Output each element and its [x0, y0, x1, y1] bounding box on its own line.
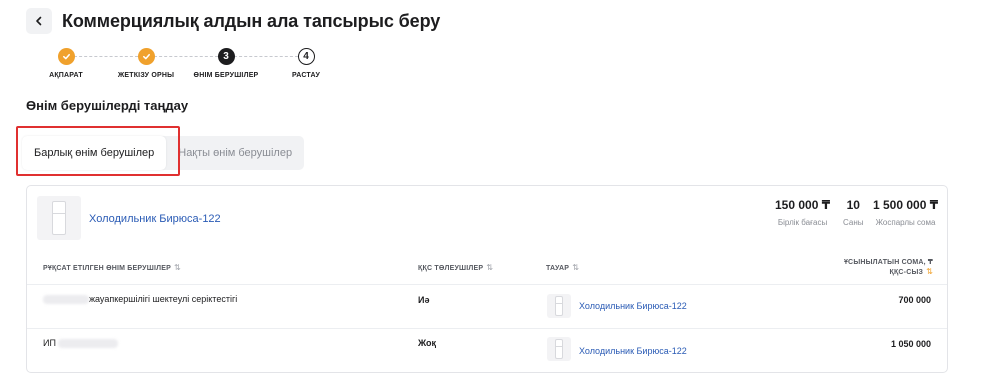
progress-stepper: АҚПАРАТ ЖЕТКІЗУ ОРНЫ 3 ӨНІМ БЕРУШІЛЕР 4 …: [26, 48, 346, 88]
col-header-sum[interactable]: ҰСЫНЫЛАТЫН СОМА, ₸ ҚҚС-СЫЗ ⇅: [827, 258, 933, 277]
page-title: Коммерциялық алдын ала тапсырыс беру: [62, 10, 441, 31]
step-done-circle: [57, 48, 75, 65]
sort-active-icon: ⇅: [926, 267, 933, 276]
step-label: ЖЕТКІЗУ ОРНЫ: [117, 72, 175, 79]
redacted-text: [57, 339, 118, 349]
planned-sum-value: 1 500 000 ₸: [873, 198, 939, 212]
step-label: АҚПАРАТ: [49, 72, 83, 79]
supplier-name: ИП: [43, 338, 118, 349]
supplier-tabs: Барлық өнім берушілер Нақты өнім берушіл…: [22, 136, 305, 170]
goods-link[interactable]: Холодильник Бирюса-122: [579, 301, 687, 311]
planned-sum-label: Жоспарлы сома: [875, 218, 936, 227]
col-header-label: ҚҚС-СЫЗ: [889, 269, 924, 276]
col-header-label: РҰҚСАТ ЕТІЛГЕН ӨНІМ БЕРУШІЛЕР: [43, 265, 171, 272]
row-divider: [27, 328, 947, 329]
page-header: Коммерциялық алдын ала тапсырыс беру: [26, 8, 440, 34]
row-divider: [27, 284, 947, 285]
step-number: 4: [297, 48, 315, 65]
col-header-label: ҚҚС ТӨЛЕУШІЛЕР: [418, 265, 484, 272]
supplier-name-text: ИП: [43, 338, 56, 348]
quantity: 10 Саны: [843, 198, 863, 227]
check-icon: [142, 53, 150, 60]
step-confirm: 4 РАСТАУ: [266, 48, 346, 79]
step-delivery: ЖЕТКІЗУ ОРНЫ: [106, 48, 186, 79]
quantity-value: 10: [846, 198, 860, 212]
offered-sum: 700 000: [898, 295, 931, 305]
step-suppliers: 3 ӨНІМ БЕРУШІЛЕР: [186, 48, 266, 79]
redacted-text: [43, 295, 89, 305]
unit-price-label: Бірлік бағасы: [777, 218, 828, 227]
offered-sum: 1 050 000: [890, 339, 931, 349]
supplier-name: жауапкершілігі шектеулі серіктестігі: [43, 294, 238, 305]
vat-value: Жоқ: [418, 338, 437, 348]
supplier-name-text: жауапкершілігі шектеулі серіктестігі: [89, 294, 238, 304]
sort-icon: ⇅: [173, 263, 181, 272]
unit-price-value: 150 000 ₸: [775, 198, 831, 212]
sort-icon: ⇅: [572, 263, 580, 272]
tab-all-suppliers[interactable]: Барлық өнім берушілер: [22, 136, 167, 170]
fridge-icon: [52, 201, 66, 235]
vat-value: Иә: [418, 295, 430, 305]
step-number: 3: [217, 48, 235, 65]
col-header-vat[interactable]: ҚҚС ТӨЛЕУШІЛЕР ⇅: [418, 263, 493, 272]
fridge-icon: [555, 339, 563, 359]
unit-price: 150 000 ₸ Бірлік бағасы: [775, 198, 830, 227]
col-header-label: ҰСЫНЫЛАТЫН СОМА, ₸: [843, 259, 933, 266]
section-title: Өнім берушілерді таңдау: [26, 98, 189, 113]
col-header-label: ТАУАР: [546, 265, 570, 272]
goods-image: [547, 294, 571, 318]
goods-link[interactable]: Холодильник Бирюса-122: [579, 346, 687, 356]
goods-image: [547, 337, 571, 361]
check-icon: [62, 53, 70, 60]
chevron-left-icon: [36, 16, 42, 26]
col-header-goods[interactable]: ТАУАР ⇅: [546, 263, 579, 272]
product-image: [37, 196, 81, 240]
step-label: ӨНІМ БЕРУШІЛЕР: [193, 72, 259, 79]
product-name-link[interactable]: Холодильник Бирюса-122: [89, 213, 221, 225]
step-info: АҚПАРАТ: [26, 48, 106, 79]
fridge-icon: [555, 296, 563, 316]
quantity-label: Саны: [843, 218, 864, 227]
step-done-circle: [137, 48, 155, 65]
tab-specific-suppliers[interactable]: Нақты өнім берушілер: [166, 136, 304, 170]
col-header-supplier[interactable]: РҰҚСАТ ЕТІЛГЕН ӨНІМ БЕРУШІЛЕР ⇅: [43, 263, 181, 272]
planned-sum: 1 500 000 ₸ Жоспарлы сома: [873, 198, 938, 227]
step-label: РАСТАУ: [292, 72, 320, 79]
sort-icon: ⇅: [486, 263, 494, 272]
product-card: Холодильник Бирюса-122 150 000 ₸ Бірлік …: [26, 185, 948, 373]
back-button[interactable]: [26, 8, 52, 34]
